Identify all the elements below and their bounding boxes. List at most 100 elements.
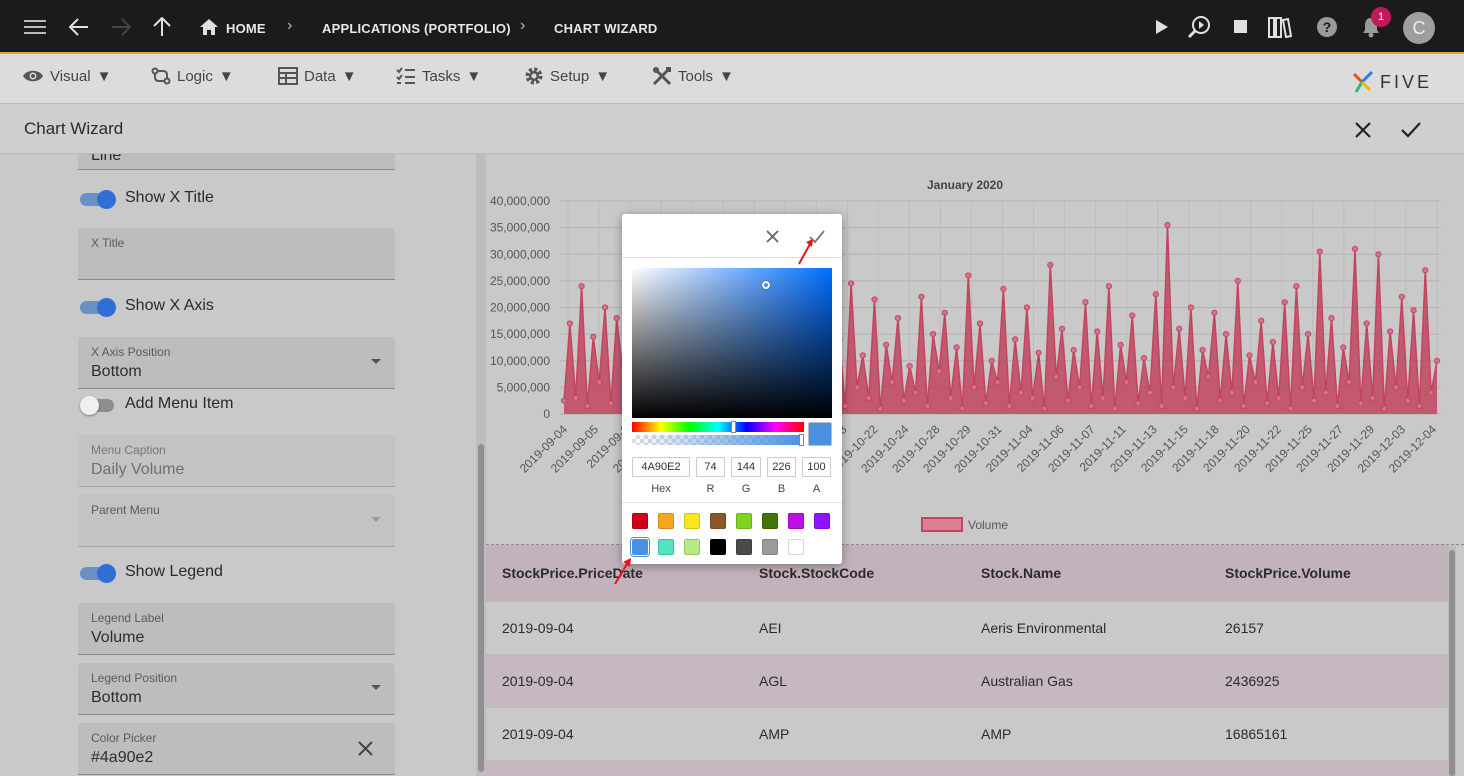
alpha-slider-thumb[interactable] — [799, 434, 804, 446]
data-point — [1164, 221, 1171, 229]
library-icon[interactable] — [1267, 14, 1293, 40]
swatch-purple[interactable] — [814, 513, 830, 529]
menu-data[interactable]: Data ▼ — [278, 64, 357, 88]
legend-label-label: Legend Label — [91, 611, 164, 625]
saturation-area[interactable] — [632, 268, 832, 418]
data-point — [590, 333, 597, 340]
table-cell: AGL — [759, 673, 788, 689]
table-cell: Australian Gas — [981, 673, 1073, 689]
swatch-brown[interactable] — [710, 513, 726, 529]
table-row[interactable] — [486, 760, 1448, 776]
stop-icon[interactable] — [1228, 14, 1254, 40]
table-row[interactable]: 2019-09-04 AGL Australian Gas 2436925 — [486, 654, 1448, 707]
swatch-blue-selected[interactable] — [632, 539, 648, 555]
breadcrumb-applications[interactable]: APPLICATIONS (PORTFOLIO) — [322, 21, 511, 36]
add-menu-item-toggle[interactable] — [80, 396, 116, 415]
x-axis-position-select[interactable]: X Axis Position Bottom — [78, 337, 395, 389]
menu-tools-label: Tools — [678, 67, 714, 85]
menu-visual[interactable]: Visual ▼ — [22, 64, 111, 88]
home-icon[interactable] — [196, 14, 222, 40]
swatch-yellow[interactable] — [684, 513, 700, 529]
tools-icon — [652, 66, 672, 86]
data-point — [1211, 309, 1218, 316]
annotation-arrow-icon — [798, 239, 813, 265]
swatch-light-green[interactable] — [736, 513, 752, 529]
legend-label-field[interactable]: Legend Label Volume — [78, 603, 395, 655]
alpha-slider[interactable] — [632, 434, 804, 446]
menu-tasks[interactable]: Tasks ▼ — [396, 64, 481, 88]
confirm-check-icon[interactable] — [1400, 121, 1422, 144]
hue-slider-thumb[interactable] — [731, 421, 736, 433]
show-legend-toggle[interactable] — [80, 564, 116, 583]
red-input[interactable]: 74 — [696, 457, 725, 477]
play-icon[interactable] — [1149, 14, 1175, 40]
data-point — [1129, 312, 1136, 319]
chart-settings-form: Line Show X Title X Title Show X Axis X … — [0, 154, 476, 776]
swatch-teal[interactable] — [658, 539, 674, 555]
blue-input[interactable]: 226 — [767, 457, 796, 477]
show-x-axis-toggle[interactable] — [80, 298, 116, 317]
table-cell: AEI — [759, 620, 782, 636]
back-arrow-icon[interactable] — [66, 14, 92, 40]
data-point — [1357, 400, 1364, 407]
menu-icon[interactable] — [22, 14, 48, 40]
column-header[interactable]: Stock.StockCode — [759, 565, 874, 581]
data-point — [1017, 389, 1025, 396]
saturation-cursor[interactable] — [762, 281, 770, 289]
column-header[interactable]: StockPrice.Volume — [1225, 565, 1351, 581]
swatch-pale-green[interactable] — [684, 539, 700, 555]
forward-arrow-icon — [108, 14, 134, 40]
menu-caption-field: Menu Caption Daily Volume — [78, 435, 395, 487]
menu-logic[interactable]: Logic ▼ — [151, 64, 234, 88]
green-input[interactable]: 144 — [731, 457, 761, 477]
data-point — [947, 394, 954, 402]
data-point — [1258, 317, 1265, 324]
close-icon[interactable] — [1354, 121, 1372, 144]
help-icon[interactable]: ? — [1314, 14, 1340, 40]
legend-position-select[interactable]: Legend Position Bottom — [78, 663, 395, 715]
chart-type-field[interactable]: Line — [78, 154, 395, 170]
five-logo: FIVE — [1352, 70, 1432, 94]
table-row[interactable]: 2019-09-04 AEI Aeris Environmental 26157 — [486, 601, 1448, 654]
page-title-bar: Chart Wizard — [0, 104, 1464, 154]
swatch-red[interactable] — [632, 513, 648, 529]
swatch-orange[interactable] — [658, 513, 674, 529]
data-point — [1094, 328, 1101, 335]
hue-slider[interactable] — [632, 421, 804, 433]
data-point — [924, 402, 931, 410]
data-point — [1422, 267, 1429, 274]
column-header[interactable]: Stock.Name — [981, 565, 1061, 581]
swatch-magenta[interactable] — [788, 513, 804, 529]
data-point — [1123, 379, 1130, 386]
swatch-gray[interactable] — [762, 539, 778, 555]
menu-tools[interactable]: Tools ▼ — [652, 64, 734, 88]
breadcrumb-home[interactable]: HOME — [226, 21, 266, 36]
alpha-input[interactable]: 100 — [802, 457, 831, 477]
color-picker-field[interactable]: Color Picker #4a90e2 — [78, 723, 395, 775]
close-icon[interactable] — [766, 230, 779, 243]
swatch-white[interactable] — [788, 539, 804, 555]
menu-data-label: Data — [304, 67, 336, 85]
table-scrollbar[interactable] — [1448, 546, 1456, 776]
clear-icon[interactable] — [358, 741, 373, 756]
show-x-title-toggle[interactable] — [80, 190, 116, 209]
data-point — [959, 405, 966, 412]
x-axis-position-label: X Axis Position — [91, 345, 171, 359]
swatch-black[interactable] — [710, 539, 726, 555]
left-scrollbar[interactable] — [476, 154, 486, 776]
swatch-dark-green[interactable] — [762, 513, 778, 529]
up-arrow-icon[interactable] — [149, 14, 175, 40]
avatar[interactable]: C — [1403, 12, 1435, 44]
legend-label: Volume — [968, 518, 1008, 532]
y-tick-label: 35,000,000 — [490, 221, 550, 235]
data-point — [1170, 384, 1177, 391]
data-point — [1264, 400, 1271, 407]
hex-input[interactable]: 4A90E2 — [632, 457, 690, 477]
table-row[interactable]: 2019-09-04 AMP AMP 16865161 — [486, 707, 1448, 760]
data-point — [1070, 347, 1077, 354]
swatch-dark-gray[interactable] — [736, 539, 752, 555]
breadcrumb-chart-wizard: CHART WIZARD — [554, 21, 658, 36]
menu-setup[interactable]: Setup ▼ — [524, 64, 610, 88]
debug-search-icon[interactable] — [1187, 14, 1213, 40]
x-title-field[interactable]: X Title — [78, 228, 395, 280]
